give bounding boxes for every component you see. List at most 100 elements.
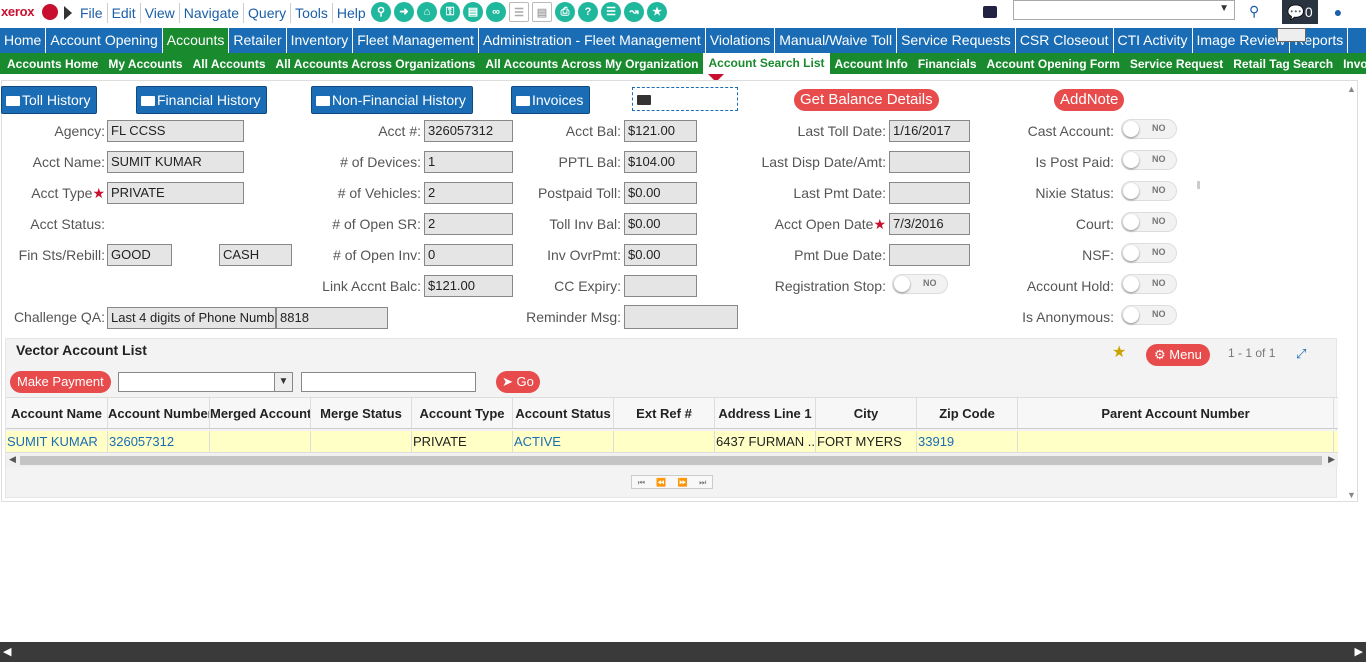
menu-file[interactable]: File [76, 3, 107, 23]
reminder-msg-field[interactable] [624, 305, 738, 329]
scroll-left-icon[interactable]: ◀ [9, 454, 16, 465]
invoices-button[interactable]: Invoices [511, 86, 591, 114]
table-row[interactable]: SUMIT KUMAR 326057312 PRIVATE ACTIVE 643… [6, 431, 1338, 453]
nav-violations[interactable]: Violations [706, 28, 776, 53]
menu-query[interactable]: Query [243, 3, 290, 23]
col-merge-status[interactable]: Merge Status [311, 398, 412, 428]
subnav-all-accounts-orgs[interactable]: All Accounts Across Organizations [271, 57, 481, 71]
subnav-account-info[interactable]: Account Info [830, 57, 913, 71]
nav-image-review[interactable]: Image Review [1193, 28, 1291, 53]
home-icon[interactable]: ⌂ [417, 2, 437, 22]
reg-stop-toggle[interactable]: NO [892, 274, 948, 294]
col-merged-account[interactable]: Merged Account [210, 398, 311, 428]
search-icon[interactable]: ⚲ [371, 2, 391, 22]
subnav-service-request[interactable]: Service Request [1125, 57, 1228, 71]
nsf-toggle[interactable]: NO [1121, 243, 1177, 263]
clipboard-icon[interactable]: ▤ [463, 2, 483, 22]
prev-page-icon[interactable]: ⏪ [656, 476, 666, 488]
scroll-right-icon[interactable]: ▶ [1328, 454, 1335, 465]
action-select[interactable]: ▼ [118, 372, 293, 392]
menu-view[interactable]: View [139, 3, 179, 23]
subnav-financials[interactable]: Financials [913, 57, 982, 71]
menu-tools[interactable]: Tools [290, 3, 332, 23]
account-hold-toggle[interactable]: NO [1121, 274, 1177, 294]
col-city[interactable]: City [816, 398, 917, 428]
scroll-down-icon[interactable]: ▼ [1347, 490, 1356, 500]
col-parent-account[interactable]: Parent Account Number [1018, 398, 1334, 428]
action-input[interactable] [301, 372, 476, 392]
star-icon[interactable]: ★ [647, 2, 667, 22]
non-financial-history-button[interactable]: Non-Financial History [311, 86, 473, 114]
col-account-type[interactable]: Account Type [412, 398, 513, 428]
scroll-up-icon[interactable]: ▲ [1347, 84, 1356, 94]
cell-account-number[interactable]: 326057312 [108, 431, 210, 452]
global-search-select[interactable]: ▼ [1013, 0, 1235, 20]
scroll-left-icon[interactable]: ◀ [3, 645, 11, 658]
first-page-icon[interactable]: ⏮ [638, 476, 645, 488]
nav-overflow-box[interactable] [1277, 28, 1306, 42]
menu-navigate[interactable]: Navigate [178, 3, 243, 23]
subnav-all-accounts[interactable]: All Accounts [188, 57, 271, 71]
subnav-all-accounts-my-org[interactable]: All Accounts Across My Organization [480, 57, 703, 71]
post-paid-toggle[interactable]: NO [1121, 150, 1177, 170]
anonymous-toggle[interactable]: NO [1121, 305, 1177, 325]
nav-retailer[interactable]: Retailer [229, 28, 287, 53]
search-icon[interactable]: ⚲ [1249, 3, 1265, 19]
nav-cti-activity[interactable]: CTI Activity [1114, 28, 1193, 53]
expand-icon[interactable]: ⤢ [1296, 346, 1306, 362]
horizontal-scrollbar[interactable]: ◀ ▶ [6, 454, 1338, 467]
scrollbar-thumb[interactable] [20, 456, 1322, 465]
nixie-toggle[interactable]: NO [1121, 181, 1177, 201]
subnav-retail-tag-search[interactable]: Retail Tag Search [1228, 57, 1338, 71]
grid-menu-button[interactable]: ⚙ Menu [1146, 344, 1210, 366]
col-account-status[interactable]: Account Status [513, 398, 614, 428]
user-icon[interactable]: ● [1330, 4, 1346, 20]
cast-account-toggle[interactable]: NO [1121, 119, 1177, 139]
col-account-name[interactable]: Account Name [6, 398, 108, 428]
subnav-account-opening-form[interactable]: Account Opening Form [982, 57, 1125, 71]
subnav-invoices[interactable]: Invoices [1338, 57, 1366, 71]
get-balance-details-button[interactable]: Get Balance Details [794, 89, 939, 111]
subnav-my-accounts[interactable]: My Accounts [103, 57, 187, 71]
print-icon[interactable]: ⎙ [555, 2, 575, 22]
nav-manual-waive-toll[interactable]: Manual/Waive Toll [775, 28, 898, 53]
nav-accounts[interactable]: Accounts [162, 28, 230, 53]
link-icon[interactable]: ∞ [486, 2, 506, 22]
go-button[interactable]: ➤ Go [496, 371, 540, 393]
financial-history-button[interactable]: Financial History [136, 86, 268, 114]
expand-triangle-icon[interactable] [64, 6, 72, 20]
chat-icon[interactable] [983, 6, 997, 18]
col-zip[interactable]: Zip Code [917, 398, 1018, 428]
key-icon[interactable]: ⚿ [440, 2, 460, 22]
col-ext-ref[interactable]: Ext Ref # [614, 398, 715, 428]
arrow-right-icon[interactable]: ➜ [394, 2, 414, 22]
cell-account-name[interactable]: SUMIT KUMAR [6, 431, 108, 452]
nav-account-opening[interactable]: Account Opening [46, 28, 163, 53]
cell-account-status[interactable]: ACTIVE [513, 431, 614, 452]
toll-history-button[interactable]: Toll History [1, 86, 98, 114]
last-page-icon[interactable]: ⏭ [699, 476, 706, 488]
court-toggle[interactable]: NO [1121, 212, 1177, 232]
nav-admin-fleet[interactable]: Administration - Fleet Management [479, 28, 706, 53]
notification-counter[interactable]: 💬0 [1282, 0, 1318, 24]
menu-help[interactable]: Help [331, 3, 370, 23]
next-page-icon[interactable]: ⏩ [678, 476, 688, 488]
scroll-right-icon[interactable]: ▶ [1355, 645, 1363, 658]
menu-edit[interactable]: Edit [106, 3, 140, 23]
help-icon[interactable]: ? [578, 2, 598, 22]
col-address[interactable]: Address Line 1 [715, 398, 816, 428]
make-payment-button[interactable]: Make Payment [10, 371, 111, 393]
nav-service-requests[interactable]: Service Requests [897, 28, 1016, 53]
folder-button[interactable] [632, 87, 738, 111]
favorite-star-icon[interactable]: ★ [1112, 342, 1126, 362]
nav-home[interactable]: Home [0, 28, 47, 53]
nav-inventory[interactable]: Inventory [287, 28, 354, 53]
nav-fleet-management[interactable]: Fleet Management [353, 28, 479, 53]
subnav-account-search-list[interactable]: Account Search List [703, 53, 830, 74]
nav-csr-closeout[interactable]: CSR Closeout [1016, 28, 1114, 53]
col-account-number[interactable]: Account Number [108, 398, 210, 428]
bottom-scrollbar[interactable]: ◀ ▶ [0, 642, 1366, 662]
chart-icon[interactable]: ↝ [624, 2, 644, 22]
cell-zip[interactable]: 33919 [917, 431, 1018, 452]
add-note-button[interactable]: AddNote [1054, 89, 1125, 111]
